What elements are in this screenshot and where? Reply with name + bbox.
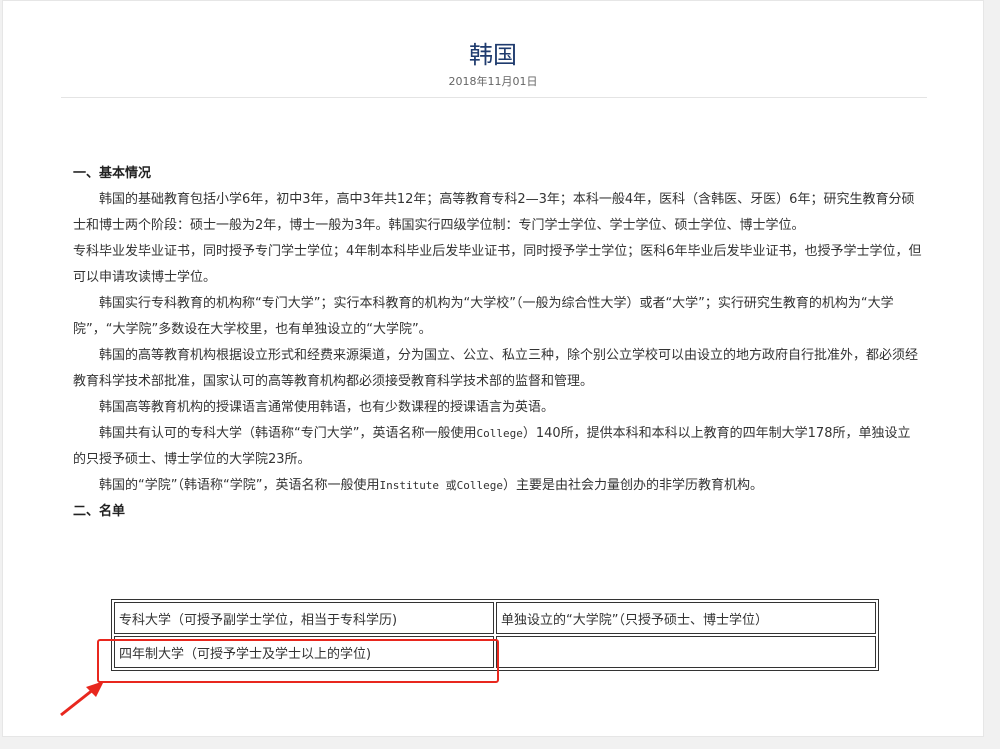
paragraph: 韩国共有认可的专科大学（韩语称“专门大学”，英语名称一般使用College）14… xyxy=(73,421,923,473)
paragraph: 韩国的“学院”（韩语称“学院”，英语名称一般使用Institute 或Colle… xyxy=(73,473,923,499)
highlight-box xyxy=(97,639,499,683)
article-page: 韩国 2018年11月01日 一、基本情况 韩国的基础教育包括小学6年，初中3年… xyxy=(2,0,984,737)
section-heading-list: 二、名单 xyxy=(73,504,126,519)
article-date: 2018年11月01日 xyxy=(448,75,538,88)
table-cell-junior-college: 专科大学（可授予副学士学位，相当于专科学历) xyxy=(114,602,494,634)
paragraph: 韩国的基础教育包括小学6年，初中3年，高中3年共12年；高等教育专科2—3年；本… xyxy=(73,192,915,233)
paragraph-text: 韩国的“学院”（韩语称“学院”，英语名称一般使用 xyxy=(99,478,380,493)
paragraph: 韩国实行专科教育的机构称“专门大学”；实行本科教育的机构为“大学校”（一般为综合… xyxy=(73,296,894,337)
title-divider xyxy=(61,97,927,98)
table-cell-graduate-school: 单独设立的“大学院”（只授予硕士、博士学位） xyxy=(496,602,876,634)
red-arrow-icon xyxy=(60,681,104,717)
paragraph: 韩国高等教育机构的授课语言通常使用韩语，也有少数课程的授课语言为英语。 xyxy=(99,400,555,415)
article-body: 一、基本情况 韩国的基础教育包括小学6年，初中3年，高中3年共12年；高等教育专… xyxy=(73,161,923,525)
paragraph-text: ）主要是由社会力量创办的非学历教育机构。 xyxy=(503,478,764,493)
paragraph-text: 韩国共有认可的专科大学（韩语称“专门大学”，英语名称一般使用 xyxy=(99,426,477,441)
table-row: 专科大学（可授予副学士学位，相当于专科学历) 单独设立的“大学院”（只授予硕士、… xyxy=(114,602,876,634)
paragraph: 韩国的高等教育机构根据设立形式和经费来源渠道，分为国立、公立、私立三种，除个别公… xyxy=(73,348,919,389)
table-cell-empty xyxy=(496,636,876,668)
paragraph: 专科毕业发毕业证书，同时授予专门学士学位；4年制本科毕业后发毕业证书，同时授予学… xyxy=(73,244,922,285)
english-term: College xyxy=(476,427,523,440)
article-title: 韩国 xyxy=(469,41,517,69)
english-term: Institute 或College xyxy=(379,479,504,492)
section-heading-basic: 一、基本情况 xyxy=(73,166,152,181)
